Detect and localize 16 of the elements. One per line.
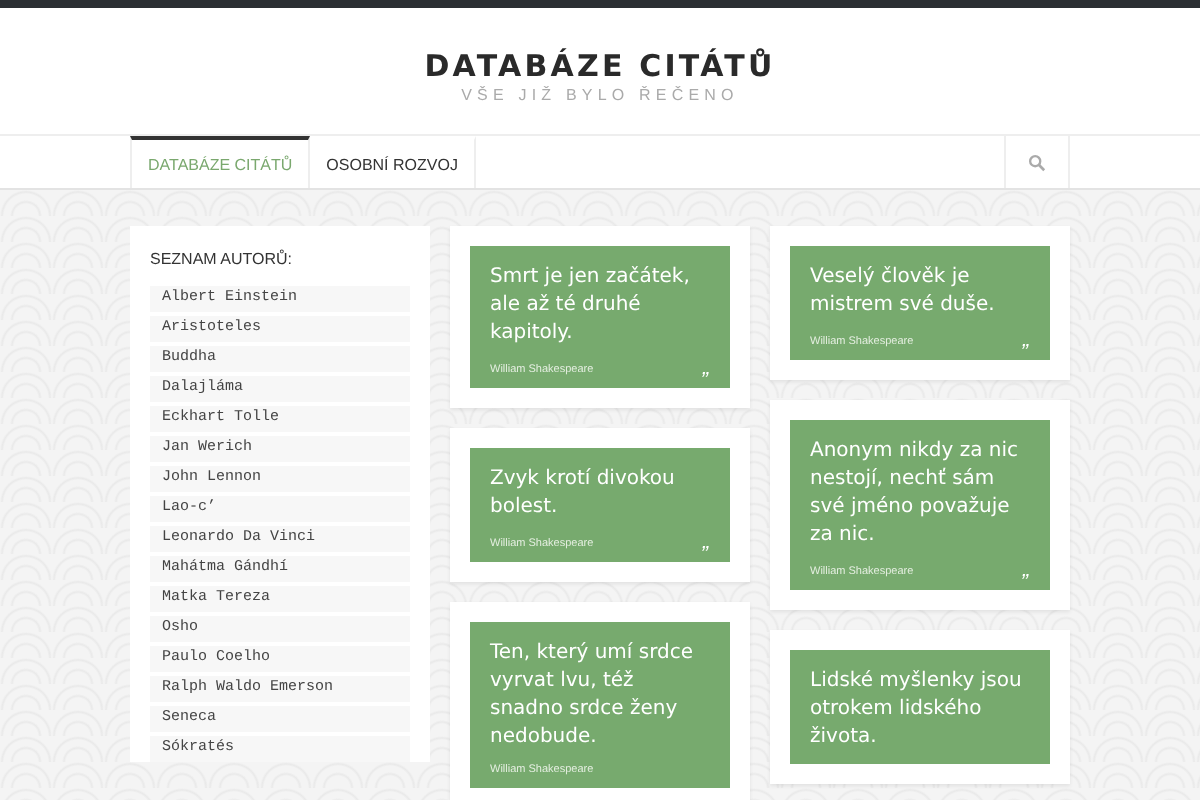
quote-mark: „ (1022, 562, 1030, 578)
quote-text: Anonym nikdy za nic nestojí, nechť sám své jméno považuje za nic. (810, 438, 1020, 550)
site-title[interactable]: DATABÁZE CITÁTŮ (424, 47, 776, 83)
quote-mark: „ (702, 360, 710, 376)
site-tagline: VŠE JIŽ BYLO ŘEČENO (461, 85, 739, 103)
search-icon (1028, 153, 1046, 171)
search-button[interactable] (1004, 136, 1070, 188)
nav-tab[interactable]: OSOBNÍ ROZVOJ (310, 136, 476, 188)
sidebar-heading: SEZNAM AUTORŮ: (150, 250, 294, 268)
quote-text: Ten, který umí srdce vyrvat lvu, též snadno srdce ženy nedobude. (490, 640, 696, 752)
quote-text: Lidské myšlenky jsou otrokem lidského života. (810, 668, 1024, 752)
quote-text: Smrt je jen začátek, ale až té druhé kapitoly. (490, 264, 692, 348)
quote-mark: „ (702, 534, 710, 550)
quote-text: Veselý člověk je mistrem své duše. (810, 264, 997, 320)
quote-text: Zvyk krotí divokou bolest. (490, 466, 677, 522)
quote-mark: „ (1022, 332, 1030, 348)
